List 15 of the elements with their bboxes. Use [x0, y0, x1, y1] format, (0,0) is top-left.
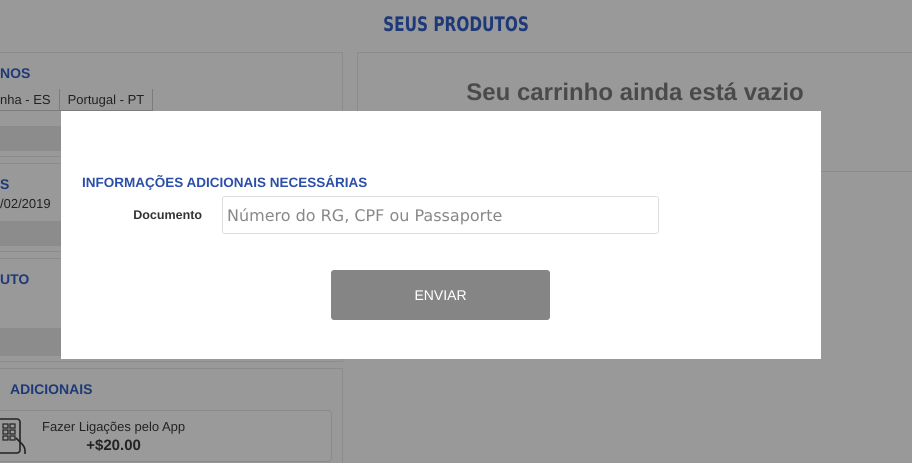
- option-name: Fazer Ligações pelo App: [42, 418, 186, 434]
- section-heading: UTO: [0, 270, 30, 287]
- field-label: Documento: [132, 208, 202, 222]
- empty-cart-message: Seu carrinho ainda está vazio: [466, 79, 804, 108]
- section-heading: NOS: [0, 64, 30, 81]
- section-heading: S: [0, 175, 10, 192]
- modal-heading: INFORMAÇÕES ADICIONAIS NECESSÁRIAS: [82, 175, 368, 190]
- extra-option[interactable]: Fazer Ligações pelo App +$20.00: [0, 410, 332, 462]
- date-text: /02/2019: [0, 196, 51, 213]
- submit-button[interactable]: ENVIAR: [331, 270, 550, 320]
- document-input-field[interactable]: Número do RG, CPF ou Passaporte: [222, 196, 659, 234]
- country-tab[interactable]: nha - ES: [0, 89, 60, 111]
- section-heading: ADICIONAIS: [9, 380, 92, 397]
- page-title: SEUS PRODUTOS: [382, 11, 530, 38]
- option-price: +$20.00: [86, 436, 141, 454]
